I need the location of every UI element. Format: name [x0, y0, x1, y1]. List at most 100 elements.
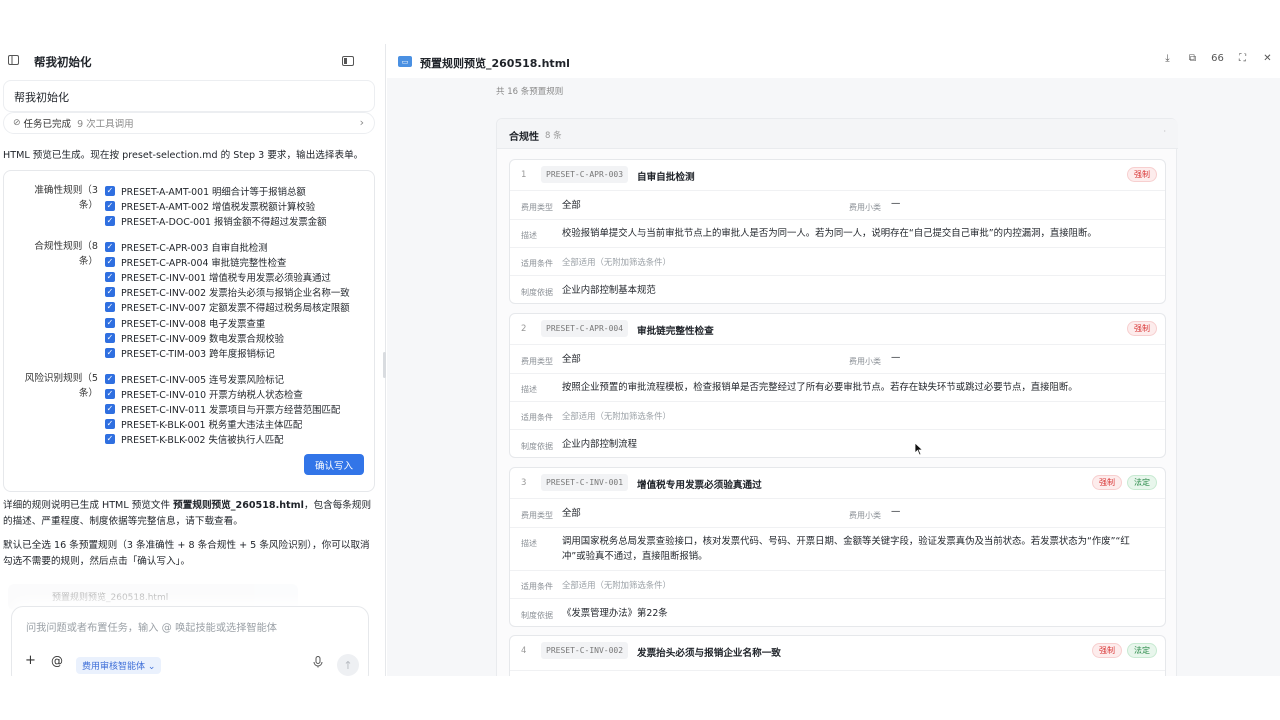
rule-card-header: 4 PRESET-C-INV-002 发票抬头必须与报销企业名称一致 强制 法定 [510, 636, 1165, 666]
mention-icon[interactable]: @ [51, 654, 63, 668]
zoom-level[interactable]: 66 [1205, 53, 1230, 69]
field-label: 适用条件 [521, 582, 553, 591]
field-value: 全部 [562, 354, 581, 365]
checkbox-checked-icon[interactable]: ✓ [105, 389, 115, 399]
field-label: 费用类型 [521, 357, 553, 366]
checkbox-row[interactable]: ✓ PRESET-C-INV-009 数电发票合规校验 [105, 331, 284, 345]
field-label: 描述 [521, 539, 537, 548]
collapse-indicator-icon[interactable]: · [1163, 127, 1166, 136]
rule-card-header: 3 PRESET-C-INV-001 增值税专用发票必须验真通过 强制 法定 [510, 468, 1165, 498]
severity-badge: 强制 [1092, 475, 1122, 490]
checkbox-label: PRESET-A-DOC-001 报销金额不得超过发票金额 [121, 217, 327, 228]
checkbox-row[interactable]: ✓ PRESET-C-INV-002 发票抬头必须与报销企业名称一致 [105, 285, 350, 299]
checkbox-checked-icon[interactable]: ✓ [105, 242, 115, 252]
rule-desc-row: 描述 校验报销单提交人与当前审批节点上的审批人是否为同一人。若为同一人，说明存在… [510, 219, 1165, 247]
checkbox-row[interactable]: ✓ PRESET-C-APR-004 审批链完整性检查 [105, 255, 286, 269]
field-label: 描述 [521, 231, 537, 240]
chat-header: 帮我初始化 [0, 44, 385, 78]
checkbox-label: PRESET-K-BLK-002 失信被执行人匹配 [121, 435, 284, 446]
rule-index: 3 [521, 478, 527, 488]
field-value: 全部 [562, 508, 581, 519]
field-label: 适用条件 [521, 413, 553, 422]
section-title: 合规性 [509, 132, 539, 143]
rule-card-header: 2 PRESET-C-APR-004 审批链完整性检查 强制 [510, 314, 1165, 344]
confirm-write-button[interactable]: 确认写入 [304, 454, 364, 475]
sidebar-toggle-icon[interactable] [7, 54, 19, 66]
rule-desc-row: 描述 调用国家税务总局发票查验接口，核对发票代码、号码、开票日期、金额等关键字段… [510, 527, 1165, 570]
checkbox-row[interactable]: ✓ PRESET-C-INV-001 增值税专用发票必须验真通过 [105, 270, 331, 284]
checkbox-row[interactable]: ✓ PRESET-C-APR-003 自审自批检测 [105, 240, 268, 254]
rule-card: 2 PRESET-C-APR-004 审批链完整性检查 强制 费用类型 全部 费… [509, 313, 1166, 458]
checkbox-label: PRESET-C-TIM-003 跨年度报销标记 [121, 349, 275, 360]
checkbox-checked-icon[interactable]: ✓ [105, 374, 115, 384]
rule-index: 2 [521, 324, 527, 334]
legal-badge: 法定 [1127, 475, 1157, 490]
checkbox-checked-icon[interactable]: ✓ [105, 348, 115, 358]
preview-toolbar: ⤓ ⧉ 66 ⛶ ✕ [1155, 53, 1280, 69]
field-label: 费用类型 [521, 511, 553, 520]
agent-selector[interactable]: 费用审核智能体 ⌄ [76, 657, 162, 674]
checkbox-checked-icon[interactable]: ✓ [105, 318, 115, 328]
checkbox-label: PRESET-C-INV-002 发票抬头必须与报销企业名称一致 [121, 288, 350, 299]
checkbox-row[interactable]: ✓ PRESET-C-TIM-003 跨年度报销标记 [105, 346, 275, 360]
download-icon[interactable]: ⤓ [1155, 53, 1180, 69]
preview-pane: ▭ 预置规则预览_260518.html ⤓ ⧉ 66 ⛶ ✕ 共 16 条预置… [387, 44, 1280, 676]
severity-badge: 强制 [1092, 643, 1122, 658]
checkbox-checked-icon[interactable]: ✓ [105, 419, 115, 429]
rule-cond-row: 适用条件 全部适用（无附加筛选条件） [510, 570, 1165, 598]
rule-cond-row: 适用条件 全部适用（无附加筛选条件） [510, 247, 1165, 275]
checkbox-checked-icon[interactable]: ✓ [105, 434, 115, 444]
add-icon[interactable]: + [25, 653, 36, 668]
checkbox-row[interactable]: ✓ PRESET-A-AMT-002 增值税发票税额计算校验 [105, 199, 315, 213]
checkbox-row[interactable]: ✓ PRESET-A-AMT-001 明细合计等于报销总额 [105, 184, 306, 198]
rule-card: 4 PRESET-C-INV-002 发票抬头必须与报销企业名称一致 强制 法定 [509, 635, 1166, 676]
checkbox-row[interactable]: ✓ PRESET-A-DOC-001 报销金额不得超过发票金额 [105, 214, 327, 228]
checkbox-row[interactable]: ✓ PRESET-C-INV-011 发票项目与开票方经营范围匹配 [105, 402, 340, 416]
checkbox-checked-icon[interactable]: ✓ [105, 287, 115, 297]
checkbox-row[interactable]: ✓ PRESET-C-INV-005 连号发票风险标记 [105, 372, 284, 386]
checkbox-checked-icon[interactable]: ✓ [105, 272, 115, 282]
microphone-icon[interactable] [313, 656, 323, 671]
rule-name: 发票抬头必须与报销企业名称一致 [637, 648, 781, 659]
intro-text: HTML 预览已生成。现在按 preset-selection.md 的 Ste… [3, 150, 364, 161]
checkbox-row[interactable]: ✓ PRESET-K-BLK-001 税务重大违法主体匹配 [105, 417, 302, 431]
checkbox-row[interactable]: ✓ PRESET-C-INV-007 定额发票不得超过税务局核定限额 [105, 300, 350, 314]
send-arrow-icon[interactable]: ↑ [337, 654, 359, 676]
checkbox-checked-icon[interactable]: ✓ [105, 404, 115, 414]
field-value: 全部适用（无附加筛选条件） [562, 411, 671, 421]
checkbox-checked-icon[interactable]: ✓ [105, 333, 115, 343]
panel-layout-icon[interactable] [341, 55, 354, 67]
checkbox-row[interactable]: ✓ PRESET-C-INV-010 开票方纳税人状态检查 [105, 387, 303, 401]
field-value: — [891, 198, 901, 209]
checkbox-row[interactable]: ✓ PRESET-K-BLK-002 失信被执行人匹配 [105, 432, 284, 446]
checkbox-label: PRESET-C-INV-010 开票方纳税人状态检查 [121, 390, 303, 401]
checkbox-checked-icon[interactable]: ✓ [105, 201, 115, 211]
section-header[interactable]: 合规性 8 条 · [497, 119, 1178, 149]
rule-code: PRESET-C-APR-004 [541, 320, 629, 337]
rule-fee-row: 费用类型 全部 费用小类 — [510, 190, 1165, 219]
checkbox-label: PRESET-C-INV-009 数电发票合规校验 [121, 334, 285, 345]
pane-resize-handle[interactable] [383, 352, 386, 378]
checkbox-label: PRESET-A-AMT-002 增值税发票税额计算校验 [121, 202, 316, 213]
task-status-row[interactable]: ⊘ 任务已完成 9 次工具调用 › [3, 112, 375, 134]
rule-card: 1 PRESET-C-APR-003 自审自批检测 强制 费用类型 全部 费用小… [509, 159, 1166, 304]
chat-input-placeholder[interactable]: 问我问题或者布置任务，输入 @ 唤起技能或选择智能体 [26, 619, 277, 634]
checkbox-checked-icon[interactable]: ✓ [105, 302, 115, 312]
summary-file-link[interactable]: 预置规则预览_260518.html [173, 500, 304, 511]
chat-input-box[interactable]: 问我问题或者布置任务，输入 @ 唤起技能或选择智能体 + @ 费用审核智能体 ⌄… [11, 606, 369, 676]
checkbox-checked-icon[interactable]: ✓ [105, 257, 115, 267]
chat-title: 帮我初始化 [34, 55, 92, 69]
open-external-icon[interactable]: ⧉ [1180, 53, 1205, 69]
checkbox-checked-icon[interactable]: ✓ [105, 186, 115, 196]
preview-file-title: 预置规则预览_260518.html [420, 57, 570, 70]
rule-fee-row [510, 670, 1165, 676]
close-icon[interactable]: ✕ [1255, 53, 1280, 69]
group-label-accuracy: 准确性规则（3 条） [34, 185, 98, 211]
rule-desc-row: 描述 按照企业预置的审批流程模板，检查报销单是否完整经过了所有必要审批节点。若存… [510, 373, 1165, 401]
checkbox-checked-icon[interactable]: ✓ [105, 216, 115, 226]
field-value: 全部 [562, 200, 581, 211]
rule-code: PRESET-C-INV-002 [541, 642, 629, 659]
fullscreen-icon[interactable]: ⛶ [1230, 53, 1255, 69]
legal-badge: 法定 [1127, 643, 1157, 658]
checkbox-row[interactable]: ✓ PRESET-C-INV-008 电子发票查重 [105, 316, 265, 330]
